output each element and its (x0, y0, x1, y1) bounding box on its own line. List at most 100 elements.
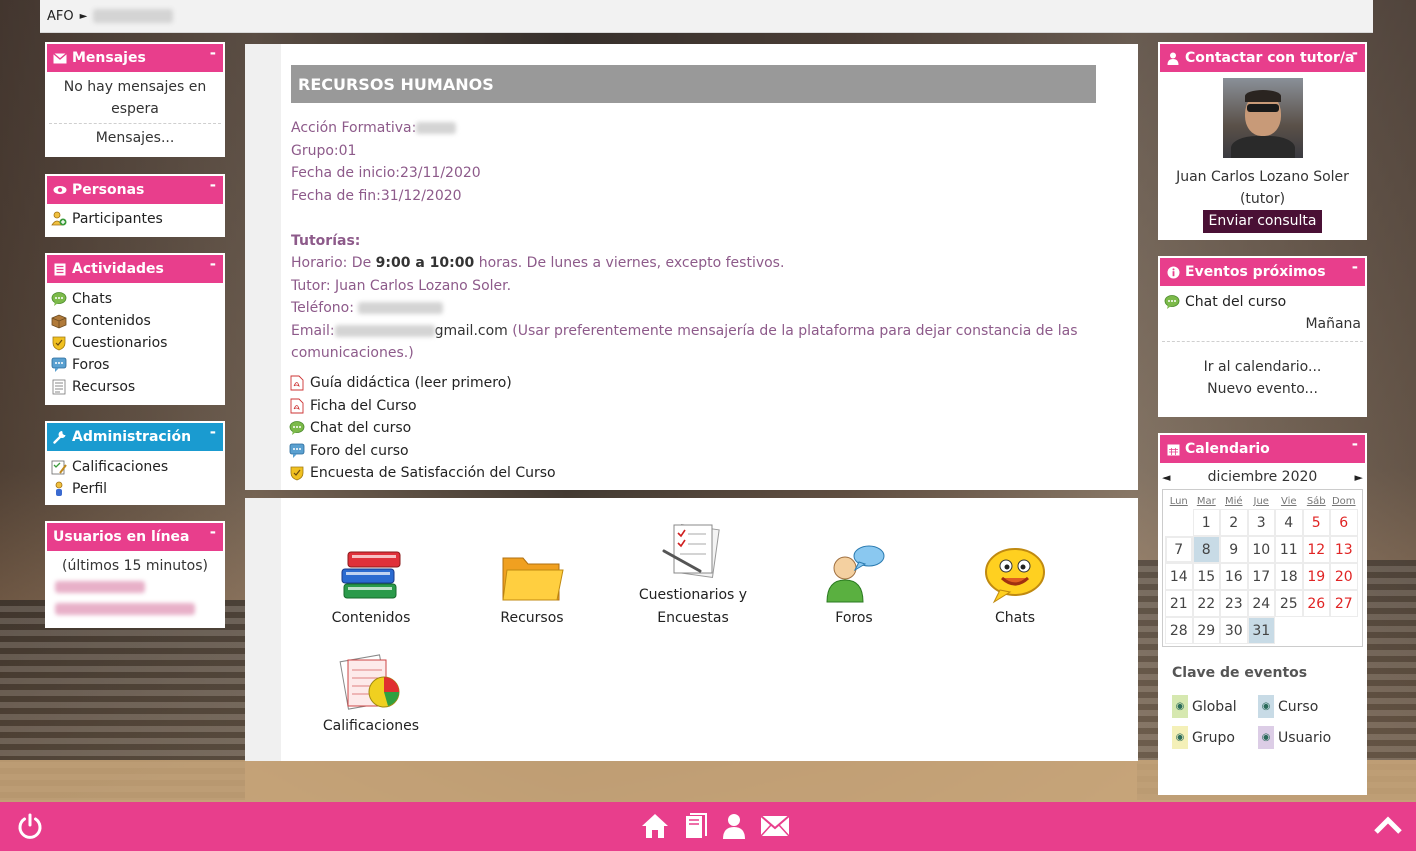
legend-usuario[interactable]: ◉ Usuario (1258, 726, 1344, 749)
calendar-day[interactable]: 28 (1165, 617, 1193, 644)
document-icon (51, 379, 67, 395)
calendar-day[interactable]: 25 (1275, 590, 1303, 617)
tutor-block-header: Contactar con tutor/a - (1158, 42, 1367, 72)
calendar-day[interactable]: 13 (1330, 536, 1358, 563)
calendar-day[interactable]: 8 (1192, 536, 1220, 563)
grades-link[interactable]: Calificaciones (49, 456, 221, 478)
activity-forums-label: Foros (72, 357, 110, 373)
calendar-day[interactable]: 10 (1247, 536, 1275, 563)
calendar-day[interactable]: 9 (1220, 536, 1248, 563)
forum-person-icon (784, 538, 924, 604)
tile-calificaciones[interactable]: Calificaciones (301, 646, 441, 738)
collapse-icon[interactable]: - (1352, 437, 1358, 452)
collapse-icon[interactable]: - (210, 425, 216, 440)
collapse-icon[interactable]: - (210, 525, 216, 540)
no-messages-text: No hay mensajes en espera (63, 79, 207, 117)
calendar-day[interactable]: 12 (1302, 536, 1330, 563)
calendar-day[interactable]: 16 (1220, 563, 1248, 590)
smiley-chat-icon (945, 538, 1085, 604)
calendar-day[interactable]: 26 (1302, 590, 1330, 617)
mail-icon[interactable] (760, 814, 790, 838)
next-month-button[interactable]: ► (1355, 471, 1363, 484)
messages-link[interactable]: Mensajes... (49, 127, 221, 149)
collapse-icon[interactable]: - (210, 46, 216, 61)
collapse-icon[interactable]: - (1352, 46, 1358, 61)
guia-didactica-link[interactable]: Guía didáctica (leer primero) (287, 372, 556, 395)
tile-cuestionarios[interactable]: Cuestionarios y Encuestas (623, 515, 763, 630)
online-user-entry[interactable] (55, 581, 221, 597)
calendar-day[interactable]: 15 (1192, 563, 1220, 590)
activity-forums-link[interactable]: Foros (49, 354, 221, 376)
collapse-icon[interactable]: - (210, 178, 216, 193)
calendar-day[interactable]: 19 (1302, 563, 1330, 590)
activity-contents-link[interactable]: Contenidos (49, 310, 221, 332)
ficha-curso-link[interactable]: Ficha del Curso (287, 395, 556, 418)
book-icon[interactable] (682, 812, 708, 840)
tile-chats[interactable]: Chats (945, 538, 1085, 630)
calendar-day[interactable]: 18 (1275, 563, 1303, 590)
user-icon[interactable] (721, 812, 747, 840)
prev-month-button[interactable]: ◄ (1162, 471, 1170, 484)
legend-global[interactable]: ◉ Global (1172, 695, 1258, 718)
activity-chats-link[interactable]: Chats (49, 288, 221, 310)
legend-grupo[interactable]: ◉ Grupo (1172, 726, 1258, 749)
activities-block-title: Actividades (72, 261, 164, 277)
calendar-day[interactable]: 27 (1330, 590, 1358, 617)
calendar-day[interactable]: 31 (1247, 617, 1275, 644)
foro-curso-link[interactable]: Foro del curso (287, 440, 556, 463)
calendar-day[interactable]: 21 (1165, 590, 1193, 617)
calendar-grid: Lun Mar Mié Jue Vie Sáb Dom 1 2 3 4 5 6 7 8 9 10 11 12 13 1… (1162, 489, 1363, 647)
calendar-day[interactable]: 14 (1165, 563, 1193, 590)
breadcrumb: AFO ► (40, 0, 1373, 33)
legend-curso[interactable]: ◉ Curso (1258, 695, 1344, 718)
calendar-day[interactable]: 1 (1192, 509, 1220, 536)
tile-foros[interactable]: Foros (784, 538, 924, 630)
bottom-toolbar (0, 802, 1416, 851)
events-key: ◉ Global ◉ Curso ◉ Grupo ◉ Usuario (1172, 695, 1367, 749)
calendar-day[interactable]: 22 (1192, 590, 1220, 617)
calendar-day[interactable]: 17 (1247, 563, 1275, 590)
activity-resources-link[interactable]: Recursos (49, 376, 221, 398)
activity-quizzes-link[interactable]: Cuestionarios (49, 332, 221, 354)
chat-curso-link[interactable]: Chat del curso (287, 417, 556, 440)
power-icon[interactable] (16, 812, 44, 840)
calendar-day[interactable]: 5 (1302, 509, 1330, 536)
breadcrumb-home-link[interactable]: AFO (47, 9, 74, 24)
event-chat-link[interactable]: Chat del curso (1162, 291, 1363, 313)
grades-label: Calificaciones (72, 459, 169, 475)
eye-icon: ◉ (1172, 695, 1188, 718)
weekday-header: Sáb (1302, 493, 1330, 509)
tile-recursos[interactable]: Recursos (462, 538, 602, 630)
list-icon (53, 262, 67, 276)
calendar-day[interactable]: 7 (1165, 536, 1193, 563)
calendar-day[interactable]: 30 (1220, 617, 1248, 644)
calendar-link[interactable]: Ir al calendario... (1162, 356, 1363, 378)
folder-icon (462, 538, 602, 604)
calendar-day[interactable]: 11 (1275, 536, 1303, 563)
shield-icon (51, 335, 67, 351)
collapse-icon[interactable]: - (210, 257, 216, 272)
event-date[interactable]: Mañana (1162, 313, 1363, 335)
messages-block: Mensajes - No hay mensajes en espera Men… (45, 42, 225, 157)
home-icon[interactable] (640, 812, 670, 840)
profile-link[interactable]: Perfil (49, 478, 221, 500)
breadcrumb-course-link[interactable] (93, 9, 174, 23)
calendar-day[interactable]: 4 (1275, 509, 1303, 536)
online-user-entry[interactable] (55, 603, 221, 619)
scroll-top-icon[interactable] (1374, 814, 1402, 836)
participants-link[interactable]: Participantes (49, 208, 221, 230)
calendar-day[interactable]: 3 (1247, 509, 1275, 536)
tile-contenidos[interactable]: Contenidos (301, 538, 441, 630)
new-event-link[interactable]: Nuevo evento... (1162, 378, 1363, 400)
course-links: Guía didáctica (leer primero) Ficha del … (287, 372, 556, 485)
calendar-day[interactable]: 6 (1330, 509, 1358, 536)
send-inquiry-button[interactable]: Enviar consulta (1202, 210, 1323, 233)
encuesta-link[interactable]: Encuesta de Satisfacción del Curso (287, 462, 556, 485)
calendar-block-header: Calendario - (1158, 433, 1367, 463)
collapse-icon[interactable]: - (1352, 260, 1358, 275)
calendar-day[interactable]: 23 (1220, 590, 1248, 617)
calendar-day[interactable]: 20 (1330, 563, 1358, 590)
calendar-day[interactable]: 29 (1192, 617, 1220, 644)
calendar-day[interactable]: 2 (1220, 509, 1248, 536)
calendar-day[interactable]: 24 (1247, 590, 1275, 617)
